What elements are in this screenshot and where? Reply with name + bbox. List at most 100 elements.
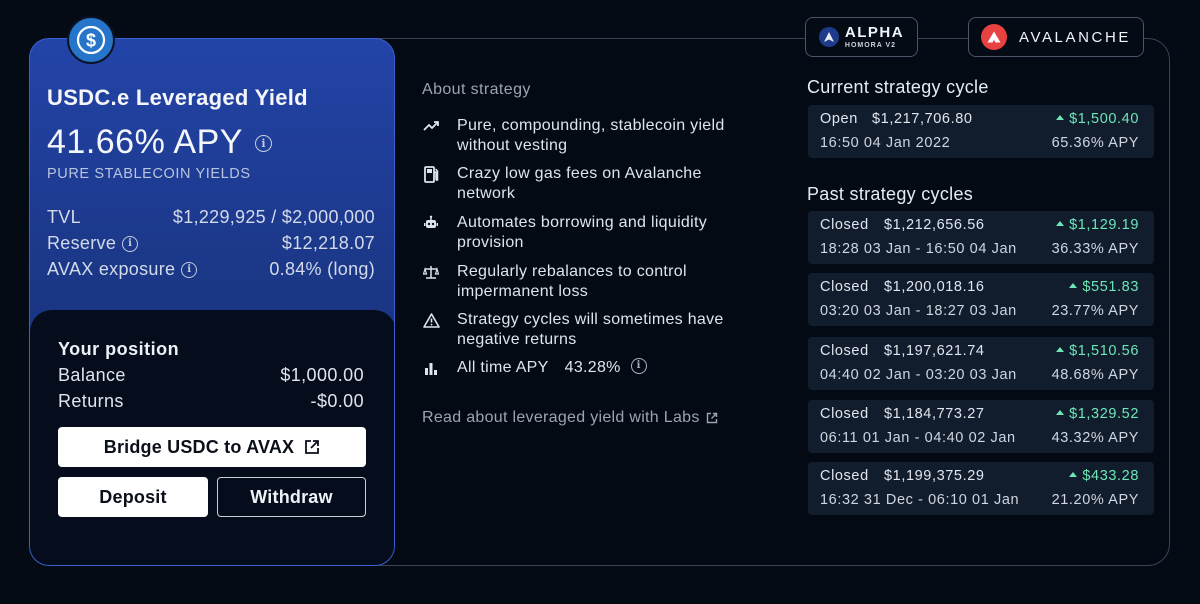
up-triangle-icon <box>1056 221 1065 226</box>
your-position-panel: Your position Balance $1,000.00 Returns … <box>30 310 394 565</box>
alpha-homora-version: HOMORA V2 <box>844 42 897 49</box>
cycle-gain: $1,129.19 <box>1056 217 1139 233</box>
past-cycle-card[interactable]: Closed $1,212,656.56 $1,129.19 18:28 03 J… <box>808 211 1154 264</box>
bar-chart-icon <box>422 358 440 378</box>
alpha-homora-badge[interactable]: ALPHA HOMORA V2 <box>805 17 918 57</box>
tvl-row: TVL $1,229,925 / $2,000,000 <box>47 207 375 228</box>
feature-text: Strategy cycles will sometimes have nega… <box>457 311 724 348</box>
strategy-subtitle: PURE STABLECOIN YIELDS <box>47 166 251 182</box>
feature-text: Pure, compounding, stablecoin yield with… <box>457 117 725 154</box>
avax-exposure-row: AVAX exposure i 0.84% (long) <box>47 259 375 280</box>
feature-text: Automates borrowing and liquidity provis… <box>457 214 708 251</box>
cycle-status: Closed <box>820 406 869 422</box>
up-triangle-icon <box>1056 115 1065 120</box>
strategy-summary-card: USDC.e Leveraged Yield 41.66% APY i PURE… <box>29 38 395 566</box>
deposit-button[interactable]: Deposit <box>58 477 208 517</box>
external-link-icon <box>706 412 718 424</box>
avax-exposure-label: AVAX exposure <box>47 259 176 279</box>
feature-item: Regularly rebalances to control imperman… <box>422 262 757 302</box>
returns-label: Returns <box>58 391 124 411</box>
cycle-gain: $1,500.40 <box>1056 111 1139 127</box>
feature-item: Pure, compounding, stablecoin yield with… <box>422 116 757 156</box>
up-triangle-icon <box>1056 347 1065 352</box>
cycle-gain: $433.28 <box>1069 468 1139 484</box>
cycle-range: 04:40 02 Jan - 03:20 03 Jan <box>820 367 1017 383</box>
past-cycles-heading: Past strategy cycles <box>807 184 974 204</box>
cycle-apy: 65.36% APY <box>1051 135 1139 151</box>
about-strategy-heading: About strategy <box>422 81 531 98</box>
reserve-info-icon[interactable]: i <box>122 235 139 252</box>
cycle-range: 03:20 03 Jan - 18:27 03 Jan <box>820 303 1017 319</box>
reserve-label: Reserve <box>47 233 117 253</box>
cycle-apy: 48.68% APY <box>1051 367 1139 383</box>
cycle-status: Open <box>820 111 858 127</box>
up-triangle-icon <box>1069 472 1078 477</box>
all-time-apy-label: All time APY <box>457 359 549 376</box>
cycle-date: 16:50 04 Jan 2022 <box>820 135 951 151</box>
past-cycle-card[interactable]: Closed $1,200,018.16 $551.83 03:20 03 Jan… <box>808 273 1154 326</box>
past-cycle-card[interactable]: Closed $1,184,773.27 $1,329.52 06:11 01 J… <box>808 400 1154 453</box>
feature-item: Strategy cycles will sometimes have nega… <box>422 310 757 350</box>
avalanche-badge[interactable]: AVALANCHE <box>968 17 1144 57</box>
balance-label: Balance <box>58 365 126 385</box>
up-triangle-icon <box>1069 283 1078 288</box>
robot-icon <box>422 213 440 233</box>
all-time-apy-value: 43.28% <box>564 359 621 376</box>
avalanche-logo-icon <box>980 24 1007 50</box>
cycle-status: Closed <box>820 343 869 359</box>
feature-text: Crazy low gas fees on Avalanche network <box>457 165 702 202</box>
apy-info-icon[interactable]: i <box>254 135 272 152</box>
cycle-gain: $1,329.52 <box>1056 406 1139 422</box>
cycle-range: 06:11 01 Jan - 04:40 02 Jan <box>820 430 1016 446</box>
external-link-icon <box>304 439 320 455</box>
feature-item: Crazy low gas fees on Avalanche network <box>422 164 757 204</box>
alpha-homora-name: ALPHA <box>844 24 905 41</box>
cycle-amount: $1,197,621.74 <box>884 343 985 359</box>
cycle-apy: 21.20% APY <box>1051 492 1139 508</box>
warning-icon <box>422 310 440 330</box>
feature-item: Automates borrowing and liquidity provis… <box>422 213 757 253</box>
cycle-amount: $1,184,773.27 <box>884 406 985 422</box>
cycle-amount: $1,199,375.29 <box>884 468 985 484</box>
cycle-apy: 36.33% APY <box>1051 241 1139 257</box>
avalanche-name: AVALANCHE <box>1018 28 1132 46</box>
cycle-range: 18:28 03 Jan - 16:50 04 Jan <box>820 241 1017 257</box>
cycle-amount: $1,212,656.56 <box>884 217 985 233</box>
returns-row: Returns -$0.00 <box>58 391 364 412</box>
cycle-apy: 43.32% APY <box>1051 430 1139 446</box>
cycle-status: Closed <box>820 468 869 484</box>
labs-article-link[interactable]: Read about leveraged yield with Labs <box>422 409 718 427</box>
reserve-value: $12,218.07 <box>281 233 375 253</box>
cycle-amount: $1,200,018.16 <box>884 279 985 295</box>
current-cycle-card[interactable]: Open $1,217,706.80 $1,500.40 16:50 04 Ja… <box>808 105 1154 158</box>
current-cycle-heading: Current strategy cycle <box>807 77 989 97</box>
tvl-label: TVL <box>47 207 81 227</box>
apy-value: 41.66% APY <box>47 123 243 161</box>
all-time-apy-row: All time APY 43.28% i <box>422 358 647 378</box>
bridge-usdc-label: Bridge USDC to AVAX <box>103 436 295 457</box>
labs-link-text: Read about leveraged yield with Labs <box>422 409 700 426</box>
all-time-apy-info-icon[interactable]: i <box>630 358 647 374</box>
trending-up-icon <box>422 116 440 136</box>
cycle-range: 16:32 31 Dec - 06:10 01 Jan <box>820 492 1020 508</box>
position-title: Your position <box>58 339 180 359</box>
tvl-value: $1,229,925 / $2,000,000 <box>172 207 375 227</box>
cycle-amount: $1,217,706.80 <box>872 111 973 127</box>
cycle-gain: $551.83 <box>1069 279 1139 295</box>
strategy-title: USDC.e Leveraged Yield <box>47 85 308 110</box>
past-cycle-card[interactable]: Closed $1,197,621.74 $1,510.56 04:40 02 J… <box>808 337 1154 390</box>
past-cycle-card[interactable]: Closed $1,199,375.29 $433.28 16:32 31 Dec… <box>808 462 1154 515</box>
bridge-usdc-button[interactable]: Bridge USDC to AVAX <box>58 427 366 467</box>
up-triangle-icon <box>1056 410 1065 415</box>
avax-exposure-value: 0.84% (long) <box>269 259 375 279</box>
cycle-apy: 23.77% APY <box>1051 303 1139 319</box>
reserve-row: Reserve i $12,218.07 <box>47 233 375 254</box>
gas-pump-icon <box>422 164 440 184</box>
withdraw-button[interactable]: Withdraw <box>217 477 366 517</box>
cycle-status: Closed <box>820 217 869 233</box>
avax-exposure-info-icon[interactable]: i <box>181 261 198 278</box>
cycle-gain: $1,510.56 <box>1056 343 1139 359</box>
alpha-homora-logo-icon <box>818 27 839 47</box>
returns-value: -$0.00 <box>310 391 364 411</box>
apy-row: 41.66% APY i <box>47 123 272 162</box>
